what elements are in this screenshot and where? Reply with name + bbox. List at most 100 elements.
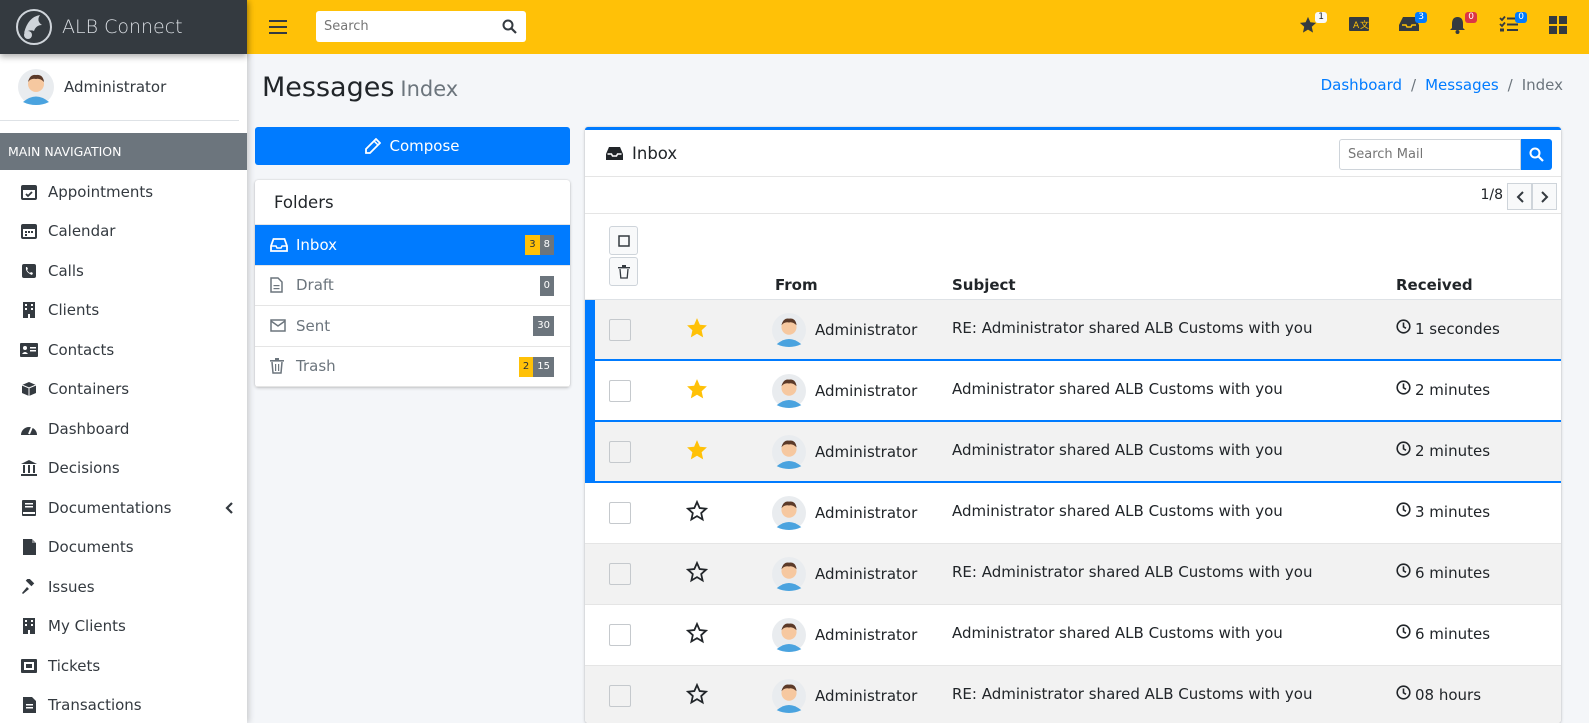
row-checkbox[interactable] (609, 380, 631, 402)
sidebar-item-appointments[interactable]: Appointments (0, 172, 247, 212)
apps-grid-icon[interactable] (1549, 16, 1569, 36)
cube-icon (20, 380, 38, 398)
sidebar-item-label: Calls (48, 261, 84, 280)
folder-badges: 30 (533, 316, 554, 336)
message-subject[interactable]: RE: Administrator shared ALB Customs wit… (952, 685, 1313, 703)
chevron-left-icon[interactable] (225, 500, 233, 518)
star-outline-icon[interactable] (685, 499, 709, 526)
row-checkbox[interactable] (609, 685, 631, 707)
folder-trash[interactable]: Trash 2 15 (255, 347, 570, 387)
folder-label: Sent (296, 316, 331, 335)
message-subject[interactable]: RE: Administrator shared ALB Customs wit… (952, 563, 1313, 581)
hamburger-menu-icon[interactable] (269, 20, 287, 34)
table-row[interactable]: Administrator Administrator shared ALB Cu… (585, 361, 1561, 422)
message-from: Administrator (815, 504, 918, 522)
breadcrumb: Dashboard / Messages / Index (1321, 76, 1563, 94)
sidebar-item-issues[interactable]: Issues (0, 567, 247, 607)
row-checkbox[interactable] (609, 563, 631, 585)
inbox-title: Inbox (632, 143, 678, 163)
message-from: Administrator (815, 565, 918, 583)
select-all-button[interactable] (609, 226, 638, 255)
sidebar-item-calls[interactable]: Calls (0, 251, 247, 291)
sidebar-item-my-clients[interactable]: My Clients (0, 607, 247, 647)
table-row[interactable]: Administrator Administrator shared ALB Cu… (585, 422, 1561, 483)
compose-button[interactable]: Compose (255, 127, 570, 165)
prev-page-button[interactable] (1507, 183, 1532, 210)
sidebar-item-clients[interactable]: Clients (0, 291, 247, 331)
message-list: Administrator RE: Administrator shared AL… (585, 300, 1561, 723)
favorites-star-icon[interactable]: 1 (1299, 12, 1327, 36)
brand-name: ALB Connect (62, 16, 183, 38)
sidebar-item-label: Calendar (48, 222, 116, 241)
table-row[interactable]: Administrator RE: Administrator shared AL… (585, 300, 1561, 361)
sidebar-item-containers[interactable]: Containers (0, 370, 247, 410)
page-subtitle: Index (400, 77, 459, 101)
tasks-icon[interactable]: 0 (1499, 12, 1527, 36)
mail-search-button[interactable] (1521, 139, 1552, 170)
inbox-tray-icon (606, 146, 623, 160)
folder-inbox[interactable]: Inbox 38 (255, 225, 570, 266)
table-row[interactable]: Administrator RE: Administrator shared AL… (585, 544, 1561, 605)
sidebar-item-tickets[interactable]: Tickets (0, 646, 247, 686)
message-subject[interactable]: Administrator shared ALB Customs with yo… (952, 502, 1283, 520)
page-count: 1/8 (1480, 187, 1503, 203)
message-subject[interactable]: Administrator shared ALB Customs with yo… (952, 441, 1283, 459)
message-received: 3 minutes (1396, 502, 1490, 521)
sidebar-item-transactions[interactable]: Transactions (0, 686, 247, 723)
language-icon[interactable]: A文 (1349, 16, 1369, 36)
breadcrumb-current: Index (1521, 76, 1563, 94)
folder-draft[interactable]: Draft 0 (255, 266, 570, 306)
compose-label: Compose (389, 137, 460, 155)
message-subject[interactable]: Administrator shared ALB Customs with yo… (952, 380, 1283, 398)
star-outline-icon[interactable] (685, 621, 709, 648)
file-alt-icon (270, 277, 288, 293)
navbar-search (316, 11, 526, 42)
delete-selected-button[interactable] (609, 257, 638, 286)
navbar-search-input[interactable] (316, 11, 496, 42)
sidebar-item-label: Dashboard (48, 419, 130, 438)
sidebar-item-contacts[interactable]: Contacts (0, 330, 247, 370)
sidebar-item-documents[interactable]: Documents (0, 528, 247, 568)
brand-link[interactable]: ALB Connect (0, 0, 247, 54)
inbox-tray-icon[interactable]: 3 (1399, 12, 1427, 36)
user-panel[interactable]: Administrator (0, 54, 239, 121)
table-row[interactable]: Administrator Administrator shared ALB Cu… (585, 605, 1561, 666)
row-checkbox[interactable] (609, 624, 631, 646)
star-outline-icon[interactable] (685, 560, 709, 587)
folder-badges: 38 (525, 235, 554, 255)
clock-icon (1396, 624, 1411, 643)
calendar-check-icon (20, 183, 38, 201)
mail-search-input[interactable] (1339, 139, 1521, 170)
row-checkbox[interactable] (609, 502, 631, 524)
user-name: Administrator (64, 78, 167, 96)
sidebar-item-documentations[interactable]: Documentations (0, 488, 247, 528)
sidebar-item-dashboard[interactable]: Dashboard (0, 409, 247, 449)
table-row[interactable]: Administrator RE: Administrator shared AL… (585, 666, 1561, 723)
star-filled-icon[interactable] (686, 378, 708, 404)
star-filled-icon[interactable] (686, 317, 708, 343)
table-row[interactable]: Administrator Administrator shared ALB Cu… (585, 483, 1561, 544)
folder-sent[interactable]: Sent 30 (255, 306, 570, 347)
breadcrumb-messages-link[interactable]: Messages (1425, 76, 1499, 94)
inbox-tray-icon (270, 237, 288, 252)
row-checkbox[interactable] (609, 441, 631, 463)
book-icon (20, 499, 38, 517)
message-from: Administrator (815, 443, 918, 461)
navbar-right-icons: 1 A文 3 0 0 (1269, 12, 1569, 36)
sidebar-item-label: My Clients (48, 617, 126, 636)
breadcrumb-dashboard-link[interactable]: Dashboard (1321, 76, 1402, 94)
star-outline-icon[interactable] (685, 682, 709, 709)
search-icon[interactable] (502, 19, 517, 34)
message-subject[interactable]: Administrator shared ALB Customs with yo… (952, 624, 1283, 642)
column-header-received: Received (1396, 276, 1473, 294)
message-received: 08 hours (1396, 685, 1481, 704)
message-subject[interactable]: RE: Administrator shared ALB Customs wit… (952, 319, 1313, 337)
star-filled-icon[interactable] (686, 439, 708, 465)
sidebar-item-decisions[interactable]: Decisions (0, 449, 247, 489)
next-page-button[interactable] (1532, 183, 1557, 210)
sidebar-item-label: Clients (48, 301, 100, 320)
sidebar-item-calendar[interactable]: Calendar (0, 212, 247, 252)
bell-icon[interactable]: 0 (1449, 12, 1477, 36)
row-checkbox[interactable] (609, 319, 631, 341)
pencil-icon (365, 138, 382, 154)
